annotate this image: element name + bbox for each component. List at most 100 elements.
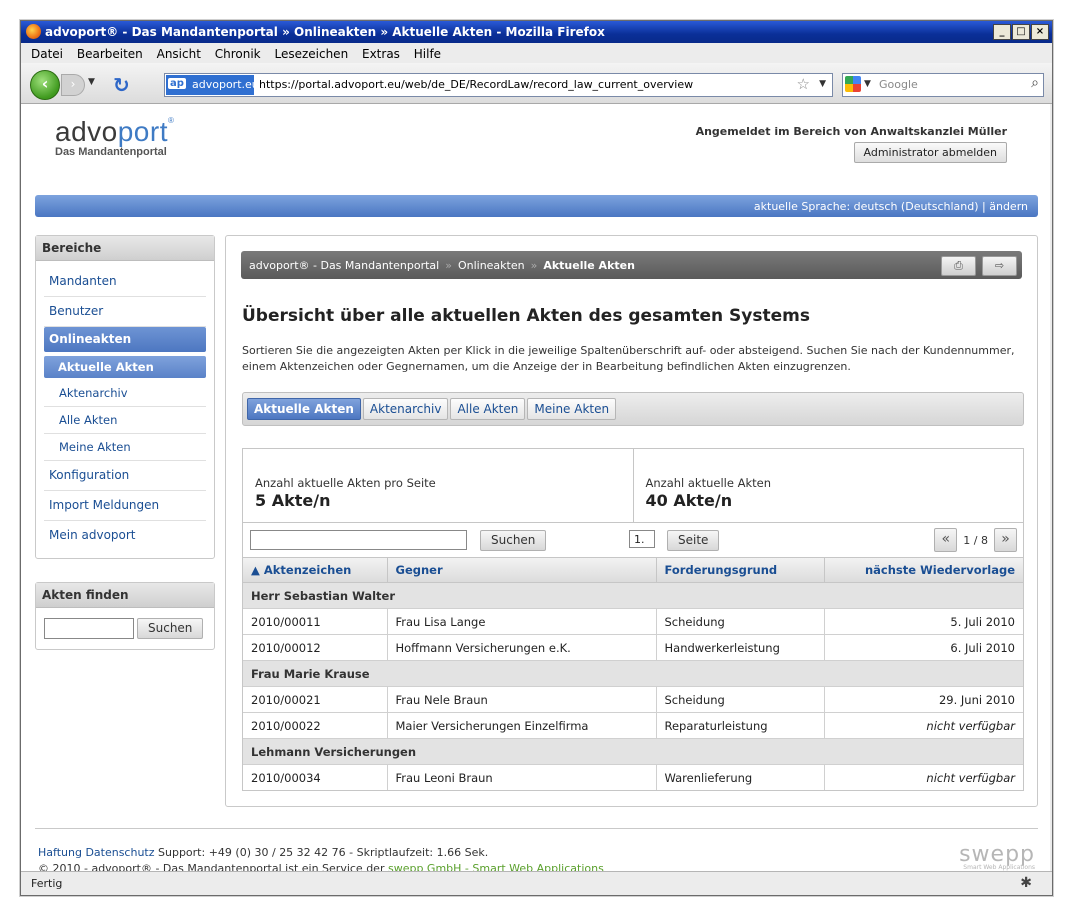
- tab-meine-akten[interactable]: Meine Akten: [527, 398, 617, 420]
- language-text[interactable]: aktuelle Sprache: deutsch (Deutschland) …: [754, 200, 1028, 213]
- firebug-icon[interactable]: ✱: [1020, 875, 1032, 891]
- grid-search-button[interactable]: Suchen: [480, 530, 547, 551]
- minimize-icon[interactable]: _: [993, 24, 1011, 40]
- history-dropdown-icon[interactable]: ▼: [88, 77, 95, 87]
- menu-ansicht[interactable]: Ansicht: [157, 47, 201, 61]
- table-row[interactable]: 2010/00022 Maier Versicherungen Einzelfi…: [243, 712, 1023, 739]
- page-number-input[interactable]: 1.: [629, 530, 655, 548]
- tab-aktuelle-akten[interactable]: Aktuelle Akten: [247, 398, 361, 420]
- files-table: ▲ Aktenzeichen Gegner Forderungsgrund nä…: [243, 558, 1023, 790]
- cell-aktenzeichen[interactable]: 2010/00021: [243, 686, 388, 713]
- group-name: Lehmann Versicherungen: [243, 738, 1023, 765]
- sidebar-item-benutzer[interactable]: Benutzer: [44, 297, 206, 327]
- find-files-panel: Akten finden Suchen: [35, 582, 215, 650]
- tab-aktenarchiv[interactable]: Aktenarchiv: [362, 398, 449, 420]
- sidebar-item-meine-akten[interactable]: Meine Akten: [44, 434, 206, 461]
- tabs-bar: Aktuelle Akten Aktenarchiv Alle Akten Me…: [242, 392, 1024, 426]
- cell-aktenzeichen[interactable]: 2010/00012: [243, 634, 388, 661]
- logo-subtitle: Das Mandantenportal: [55, 146, 167, 158]
- cell-wiedervorlage: nicht verfügbar: [926, 770, 1015, 785]
- logout-button[interactable]: Administrator abmelden: [853, 142, 1007, 163]
- group-name: Herr Sebastian Walter: [243, 582, 1023, 609]
- menu-bearbeiten[interactable]: Bearbeiten: [77, 47, 143, 61]
- previous-page-icon[interactable]: «: [934, 528, 958, 552]
- column-wiedervorlage[interactable]: nächste Wiedervorlage: [824, 558, 1023, 583]
- logo-advo: advo: [55, 116, 118, 147]
- column-gegner[interactable]: Gegner: [387, 558, 657, 583]
- sidebar-item-alle-akten[interactable]: Alle Akten: [44, 407, 206, 434]
- site-identity[interactable]: ap advoport.eu: [166, 75, 259, 95]
- footer-link-datenschutz[interactable]: Datenschutz: [85, 846, 154, 859]
- tab-alle-akten[interactable]: Alle Akten: [450, 398, 526, 420]
- menu-hilfe[interactable]: Hilfe: [414, 47, 441, 61]
- search-icon[interactable]: ⌕: [1031, 75, 1039, 91]
- url-bar[interactable]: ap advoport.eu https://portal.advoport.e…: [164, 73, 833, 97]
- maximize-icon[interactable]: □: [1012, 24, 1030, 40]
- table-row[interactable]: 2010/00011 Frau Lisa Lange Scheidung 5. …: [243, 608, 1023, 635]
- next-page-icon[interactable]: »: [994, 528, 1017, 552]
- back-icon[interactable]: ‹: [30, 70, 60, 100]
- footer-company-link[interactable]: swepp GmbH - Smart Web Applications: [388, 862, 604, 871]
- search-engine-dropdown-icon[interactable]: ▼: [864, 79, 871, 89]
- bookmark-star-icon[interactable]: ☆: [797, 75, 810, 93]
- site-favicon: ap: [168, 78, 186, 89]
- breadcrumb-separator: »: [445, 259, 452, 272]
- table-row[interactable]: 2010/00012 Hoffmann Versicherungen e.K. …: [243, 634, 1023, 661]
- find-files-button[interactable]: Suchen: [137, 618, 204, 639]
- cell-aktenzeichen[interactable]: 2010/00022: [243, 712, 388, 739]
- stat-per-page-value: 5 Akte/n: [255, 491, 331, 510]
- table-row[interactable]: 2010/00021 Frau Nele Braun Scheidung 29.…: [243, 686, 1023, 713]
- site-host: advoport.eu: [192, 78, 259, 91]
- print-icon[interactable]: ⎙: [941, 256, 976, 276]
- menu-extras[interactable]: Extras: [362, 47, 400, 61]
- export-icon[interactable]: ⇨: [982, 256, 1017, 276]
- cell-aktenzeichen[interactable]: 2010/00034: [243, 764, 388, 790]
- url-dropdown-icon[interactable]: ▼: [819, 79, 826, 89]
- page-go-button[interactable]: Seite: [667, 530, 720, 551]
- table-header-row: ▲ Aktenzeichen Gegner Forderungsgrund nä…: [243, 558, 1023, 583]
- group-name: Frau Marie Krause: [243, 660, 1023, 687]
- cell-wiedervorlage: 6. Juli 2010: [824, 634, 1023, 661]
- column-forderungsgrund[interactable]: Forderungsgrund: [656, 558, 825, 583]
- cell-aktenzeichen[interactable]: 2010/00011: [243, 608, 388, 635]
- stat-total-label: Anzahl aktuelle Akten: [645, 476, 771, 490]
- main-panel: advoport® - Das Mandantenportal » Onlineak…: [225, 235, 1038, 807]
- breadcrumb-actions: ⎙ ⇨: [941, 256, 1017, 276]
- logo-port: port: [117, 116, 168, 147]
- group-row: Frau Marie Krause: [243, 660, 1023, 687]
- sidebar-item-import-meldungen[interactable]: Import Meldungen: [44, 491, 206, 521]
- search-bar[interactable]: ▼ Google ⌕: [842, 73, 1044, 97]
- close-icon[interactable]: ×: [1031, 24, 1049, 40]
- find-files-input[interactable]: [44, 618, 134, 639]
- sidebar-item-konfiguration[interactable]: Konfiguration: [44, 461, 206, 491]
- stat-total-value: 40 Akte/n: [645, 491, 733, 510]
- reload-icon[interactable]: ↻: [113, 73, 130, 97]
- menu-chronik[interactable]: Chronik: [215, 47, 261, 61]
- swepp-tagline: Smart Web Applications: [963, 864, 1035, 871]
- menu-datei[interactable]: Datei: [31, 47, 63, 61]
- sidebar-item-aktuelle-akten[interactable]: Aktuelle Akten: [44, 356, 206, 378]
- swepp-logo[interactable]: swepp Smart Web Applications: [959, 842, 1035, 871]
- areas-title: Bereiche: [36, 236, 214, 261]
- menu-lesezeichen[interactable]: Lesezeichen: [274, 47, 348, 61]
- google-icon[interactable]: [845, 76, 861, 92]
- advoport-logo[interactable]: advoport® Das Mandantenportal: [55, 116, 174, 158]
- table-row[interactable]: 2010/00034 Frau Leoni Braun Warenlieferu…: [243, 764, 1023, 790]
- url-text[interactable]: https://portal.advoport.eu/web/de_DE/Rec…: [259, 78, 693, 91]
- sidebar-item-onlineakten[interactable]: Onlineakten: [44, 327, 206, 352]
- grid-search-input[interactable]: [250, 530, 467, 550]
- forward-icon[interactable]: ›: [61, 74, 85, 96]
- footer-link-haftung[interactable]: Haftung: [38, 846, 82, 859]
- breadcrumb-section[interactable]: Onlineakten: [458, 259, 525, 272]
- sidebar-item-aktenarchiv[interactable]: Aktenarchiv: [44, 380, 206, 407]
- column-aktenzeichen[interactable]: ▲ Aktenzeichen: [243, 558, 388, 583]
- sidebar-item-mandanten[interactable]: Mandanten: [44, 267, 206, 297]
- sidebar-item-mein-advoport[interactable]: Mein advoport: [44, 521, 206, 550]
- menu-bar: Datei Bearbeiten Ansicht Chronik Lesezei…: [21, 43, 1052, 63]
- cell-gegner: Frau Lisa Lange: [387, 608, 657, 635]
- pager-count: 1 / 8: [963, 533, 988, 547]
- breadcrumb-home[interactable]: advoport® - Das Mandantenportal: [249, 259, 439, 272]
- cell-wiedervorlage: 5. Juli 2010: [824, 608, 1023, 635]
- files-grid: Anzahl aktuelle Akten pro Seite 5 Akte/n…: [242, 448, 1024, 791]
- footer-divider: [35, 828, 1038, 829]
